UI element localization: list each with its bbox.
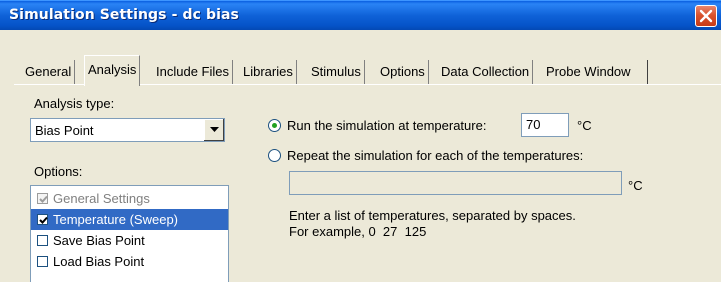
option-label: General Settings	[53, 191, 150, 206]
checkmark-icon	[39, 216, 48, 224]
checkmark-icon	[39, 195, 48, 203]
options-label: Options:	[34, 164, 83, 179]
temperature-unit: °C	[577, 118, 592, 133]
window-title: Simulation Settings - dc bias	[9, 7, 239, 23]
tab-strip-end	[645, 60, 648, 84]
checkbox-unchecked[interactable]	[37, 256, 48, 267]
help-text: Enter a list of temperatures, separated …	[289, 208, 576, 240]
analysis-type-label: Analysis type:	[34, 96, 115, 111]
tab-analysis[interactable]: Analysis	[84, 55, 141, 86]
options-list[interactable]: General Settings Temperature (Sweep) Sav…	[30, 185, 229, 282]
tab-general[interactable]: General	[22, 60, 76, 84]
option-load-bias-point[interactable]: Load Bias Point	[31, 251, 228, 272]
run-at-temperature-label: Run the simulation at temperature:	[287, 118, 487, 133]
option-label: Load Bias Point	[53, 254, 145, 269]
repeat-temperatures-label: Repeat the simulation for each of the te…	[287, 148, 584, 163]
close-button[interactable]	[695, 5, 717, 27]
help-text-example: For example, 0 27 125	[289, 224, 427, 239]
chevron-down-icon	[210, 127, 219, 132]
repeat-temperatures-radio[interactable]	[268, 149, 281, 162]
tab-libraries[interactable]: Libraries	[240, 60, 297, 84]
tab-include-files[interactable]: Include Files	[153, 60, 233, 84]
dropdown-button[interactable]	[203, 119, 224, 141]
analysis-type-value: Bias Point	[35, 123, 94, 138]
option-label: Temperature (Sweep)	[53, 212, 178, 227]
checkbox-checked-disabled	[37, 193, 48, 204]
temperature-list-input[interactable]	[289, 171, 622, 195]
help-text-line: Enter a list of temperatures, separated …	[289, 208, 576, 223]
analysis-type-select[interactable]: Bias Point	[30, 118, 225, 142]
radio-selected-dot	[272, 123, 277, 128]
close-icon	[699, 9, 713, 23]
tab-stimulus[interactable]: Stimulus	[308, 60, 365, 84]
checkbox-unchecked[interactable]	[37, 235, 48, 246]
temperature-input[interactable]: 70	[521, 113, 569, 137]
option-temperature-sweep[interactable]: Temperature (Sweep)	[31, 209, 228, 230]
option-general-settings[interactable]: General Settings	[31, 188, 228, 209]
run-at-temperature-radio[interactable]	[268, 119, 281, 132]
option-label: Save Bias Point	[53, 233, 145, 248]
option-save-bias-point[interactable]: Save Bias Point	[31, 230, 228, 251]
tab-options[interactable]: Options	[377, 60, 429, 84]
checkbox-checked[interactable]	[37, 214, 48, 225]
title-bar: Simulation Settings - dc bias	[0, 0, 721, 30]
tab-data-collection[interactable]: Data Collection	[438, 60, 534, 84]
temperature-list-unit: °C	[628, 178, 643, 193]
tab-probe-window[interactable]: Probe Window	[543, 60, 634, 84]
